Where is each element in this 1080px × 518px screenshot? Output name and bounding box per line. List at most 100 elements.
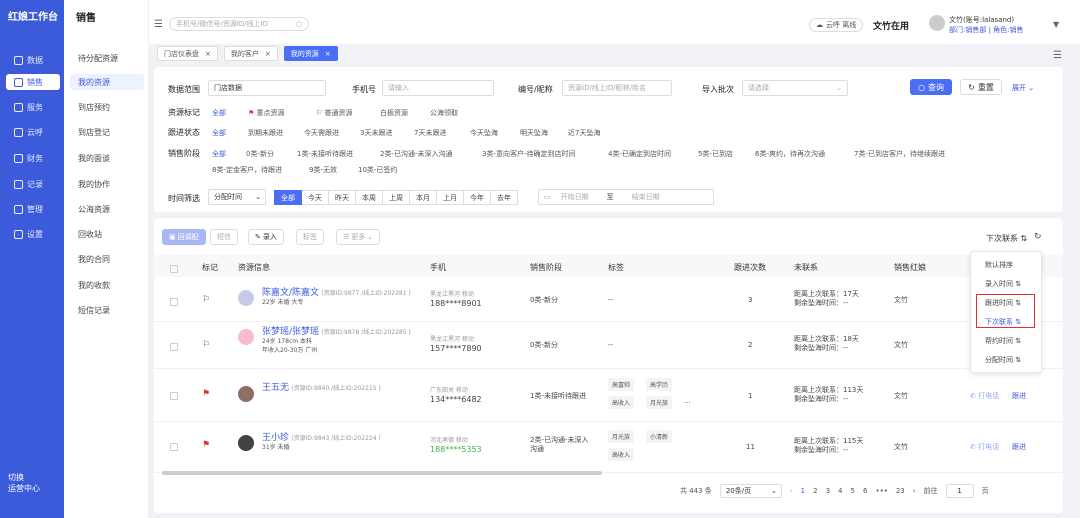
nav-manage[interactable]: 管理	[6, 201, 60, 217]
subnav-item[interactable]: 我的合同	[70, 251, 144, 267]
time-type-select[interactable]: 分配时间 ⌄	[208, 189, 266, 205]
row-checkbox[interactable]	[170, 343, 178, 351]
transfer-button[interactable]: ▣ 回调配	[162, 229, 206, 245]
follow-link[interactable]: 跟进	[1012, 443, 1026, 452]
list-icon[interactable]: ☰	[1053, 50, 1062, 61]
cloud-call-status-button[interactable]: ☁ 云呼 离线	[809, 18, 864, 32]
menu-toggle-icon[interactable]: ☰	[154, 19, 163, 30]
close-icon[interactable]: ×	[265, 50, 271, 58]
sort-option[interactable]: 录入时间 ⇅	[985, 279, 1021, 289]
stage-option[interactable]: 1类-未接听待跟进	[297, 149, 353, 159]
time-option[interactable]: 去年	[491, 190, 518, 205]
follow-option[interactable]: 到期未跟进	[248, 128, 283, 138]
subnav-item[interactable]: 到店登记	[70, 124, 144, 140]
date-range-picker[interactable]: ▭ 开始日期 至 结束日期	[538, 189, 714, 205]
follow-option[interactable]: 近7天坠海	[568, 128, 600, 138]
tab-my-resources[interactable]: 我的资源 ×	[283, 46, 338, 61]
stage-option[interactable]: 0类-新分	[246, 149, 274, 159]
time-option[interactable]: 全部	[274, 190, 302, 205]
batch-select[interactable]: 请选择 ⌄	[742, 80, 848, 96]
range-select[interactable]: 门店数据	[208, 80, 326, 96]
stage-option[interactable]: 全部	[212, 149, 226, 159]
refresh-icon[interactable]: ↻	[1034, 232, 1042, 242]
page-number[interactable]: 2	[813, 487, 817, 495]
page-number[interactable]: 6	[863, 487, 867, 495]
sms-button[interactable]: 短信	[210, 229, 238, 245]
call-link[interactable]: ✆ 打电话	[970, 392, 999, 401]
table-row[interactable]: ⚑ 王小珍 (资源ID:9843 /线上ID:202224 ) 31岁 未婚 河北…	[154, 423, 1063, 473]
nav-record[interactable]: 记录	[6, 176, 60, 192]
stage-option[interactable]: 8类-定金客户，待跟进	[212, 165, 282, 175]
flag-outline-icon[interactable]: ⚐	[202, 295, 210, 305]
page-number[interactable]: 1	[801, 487, 805, 495]
nav-cloud-call[interactable]: 云呼	[6, 124, 60, 140]
tab-my-customers[interactable]: 我的客户 ×	[223, 46, 278, 61]
stage-option[interactable]: 3类-意向客户-待确定到店时间	[482, 149, 576, 159]
mark-option[interactable]: ⚐ 普通资源	[316, 108, 353, 118]
user-avatar[interactable]	[929, 15, 945, 31]
row-checkbox[interactable]	[170, 443, 178, 451]
follow-option[interactable]: 全部	[212, 128, 226, 138]
user-info[interactable]: 文竹(账号:lalasand) 部门:销售部 | 角色:销售	[949, 15, 1024, 35]
row-checkbox[interactable]	[170, 392, 178, 400]
time-option[interactable]: 今年	[464, 190, 491, 205]
nav-data[interactable]: 数据	[6, 52, 60, 68]
subnav-item-my-resources[interactable]: 我的资源	[70, 74, 144, 90]
mark-option[interactable]: 全部	[212, 108, 226, 118]
mark-option[interactable]: 公海领取	[430, 108, 458, 118]
subnav-item[interactable]: 短信记录	[70, 302, 144, 318]
follow-option[interactable]: 今天需跟进	[304, 128, 339, 138]
stage-option[interactable]: 2类-已沟通-未深入沟通	[380, 149, 453, 159]
resource-info[interactable]: 王五无 (资源ID:9840 /线上ID:202215 )	[262, 384, 381, 393]
tag-button[interactable]: 标签	[296, 229, 324, 245]
follow-option[interactable]: 今天坠海	[470, 128, 498, 138]
time-option[interactable]: 昨天	[329, 190, 356, 205]
sort-option[interactable]: 帮约时间 ⇅	[985, 336, 1021, 346]
sort-option[interactable]: 分配时间 ⇅	[985, 355, 1021, 365]
page-number[interactable]: 5	[851, 487, 855, 495]
follow-link[interactable]: 跟进	[1012, 392, 1026, 401]
stage-option[interactable]: 5类-已到店	[698, 149, 733, 159]
flag-icon[interactable]: ⚑	[202, 389, 210, 399]
resource-info[interactable]: 陈嘉文/陈嘉文 (资源ID:9877 /线上ID:202281 ) 22岁 未婚 …	[262, 289, 411, 307]
table-row[interactable]: ⚑ 王五无 (资源ID:9840 /线上ID:202215 ) 广东韶关 移动 1…	[154, 370, 1063, 422]
subnav-item[interactable]: 我的收款	[70, 277, 144, 293]
resource-info[interactable]: 张梦瑶/张梦瑶 (资源ID:9878 /线上ID:202285 ) 24岁 178…	[262, 328, 411, 355]
call-link[interactable]: ✆ 打电话	[970, 443, 999, 452]
chevron-down-icon[interactable]: ▼	[1053, 20, 1059, 29]
next-page-icon[interactable]: ›	[913, 487, 916, 495]
tag-more[interactable]: ...	[684, 397, 691, 406]
close-icon[interactable]: ×	[325, 50, 331, 58]
subnav-item[interactable]: 待分配资源	[70, 50, 144, 66]
subnav-item[interactable]: 回收站	[70, 226, 144, 242]
stage-option[interactable]: 7类-已到店客户，待继续跟进	[854, 149, 945, 159]
nav-finance[interactable]: 财务	[6, 150, 60, 166]
page-ellipsis[interactable]: •••	[875, 487, 887, 495]
flag-outline-icon[interactable]: ⚐	[202, 340, 210, 350]
time-option[interactable]: 上周	[383, 190, 410, 205]
table-row[interactable]: ⚐ 陈嘉文/陈嘉文 (资源ID:9877 /线上ID:202281 ) 22岁 未…	[154, 280, 1063, 322]
phone-input[interactable]: 请输入	[382, 80, 494, 96]
entry-button[interactable]: ✎ 录入	[248, 229, 284, 245]
goto-page-input[interactable]: 1	[945, 484, 974, 498]
page-number[interactable]: 4	[838, 487, 842, 495]
mark-option[interactable]: ⚑ 重点资源	[248, 108, 285, 118]
nav-settings[interactable]: 设置	[6, 226, 60, 242]
sort-option-default[interactable]: 默认排序	[985, 260, 1013, 270]
horizontal-scrollbar[interactable]	[162, 471, 602, 475]
tab-dashboard[interactable]: 门店仪表盘 ×	[157, 46, 218, 61]
stage-option[interactable]: 9类-无效	[309, 165, 337, 175]
close-icon[interactable]: ×	[205, 50, 211, 58]
switch-center-button[interactable]: 切换 运营中心	[8, 472, 40, 494]
time-option[interactable]: 本周	[356, 190, 383, 205]
prev-page-icon[interactable]: ‹	[790, 487, 793, 495]
subnav-item[interactable]: 我的面谈	[70, 150, 144, 166]
time-option[interactable]: 上月	[437, 190, 464, 205]
resource-info[interactable]: 王小珍 (资源ID:9843 /线上ID:202224 ) 31岁 未婚	[262, 434, 381, 452]
global-search-input[interactable]: 手机号/微信号/资源ID/线上ID ○	[169, 17, 309, 31]
nav-service[interactable]: 服务	[6, 99, 60, 115]
subnav-item[interactable]: 到店预约	[70, 99, 144, 115]
time-option[interactable]: 今天	[302, 190, 329, 205]
subnav-item[interactable]: 公海资源	[70, 201, 144, 217]
page-number[interactable]: 23	[896, 487, 905, 495]
